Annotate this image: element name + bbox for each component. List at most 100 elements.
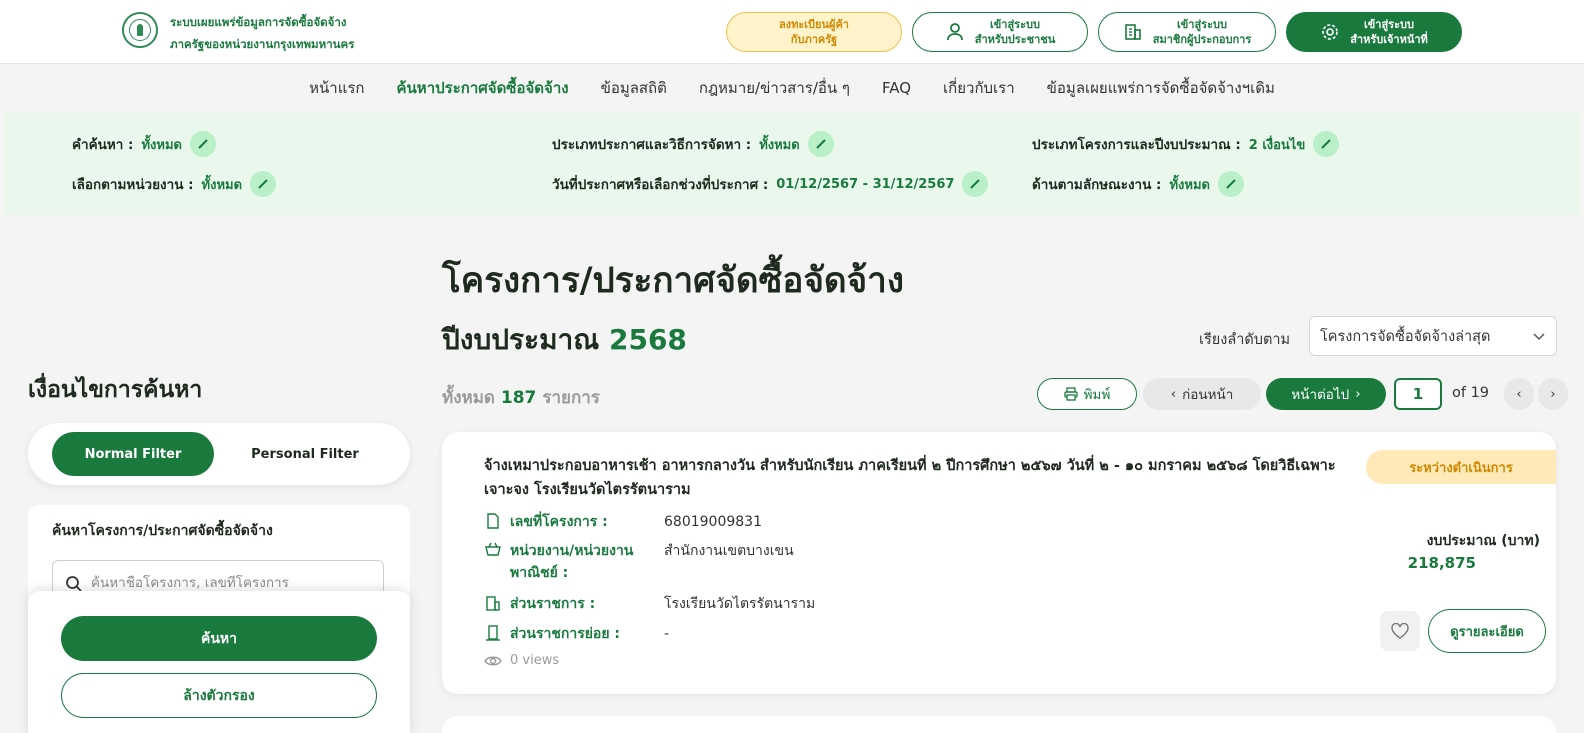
summary-type-value: ทั้งหมด bbox=[759, 137, 800, 153]
nav-statistics[interactable]: ข้อมูลสถิติ bbox=[601, 76, 667, 100]
project-no-value: 68019009831 bbox=[664, 514, 762, 530]
summary-keyword: คำค้นหา : ทั้งหมด bbox=[72, 131, 216, 157]
summary-nature-label: ด้านตามลักษณะงาน : bbox=[1032, 177, 1162, 193]
subdivision-value: - bbox=[664, 626, 670, 642]
summary-project-type: ประเภทโครงการและปีงบประมาณ : 2 เงื่อนไข bbox=[1032, 131, 1340, 157]
summary-date-label: วันที่ประกาศหรือเลือกช่วงที่ประกาศ : bbox=[552, 177, 769, 193]
project-no-label: เลขที่โครงการ : bbox=[484, 511, 608, 533]
clear-filter-button[interactable]: ล้างตัวกรอง bbox=[61, 673, 377, 718]
summary-work-nature: ด้านตามลักษณะงาน : ทั้งหมด bbox=[1032, 171, 1244, 197]
chevron-left-icon: ‹ bbox=[1170, 386, 1177, 402]
previous-page-button[interactable]: ‹ ก่อนหน้า bbox=[1143, 378, 1261, 410]
nav-home[interactable]: หน้าแรก bbox=[309, 76, 364, 100]
view-details-button[interactable]: ดูรายละเอียด bbox=[1428, 609, 1546, 653]
summary-keyword-label: คำค้นหา : bbox=[72, 137, 134, 153]
summary-agency-label: เลือกตามหน่วยงาน : bbox=[72, 177, 194, 193]
project-card[interactable]: จ้างเหมาประกอบอาหารเช้า อาหารกลางวัน สำห… bbox=[442, 432, 1556, 694]
printer-icon bbox=[1063, 387, 1078, 401]
page-number-input[interactable]: 1 bbox=[1394, 378, 1442, 410]
agency-value: สำนักงานเขตบางเขน bbox=[664, 543, 794, 559]
total-prefix: ทั้งหมด bbox=[442, 388, 495, 408]
staff-line-2: สำหรับเจ้าหน้าที่ bbox=[1350, 33, 1428, 46]
agency-label: หน่วยงาน/หน่วยงานพาณิชย์ : bbox=[484, 540, 664, 584]
summary-project-value: 2 เงื่อนไข bbox=[1248, 137, 1306, 153]
view-count-text: 0 views bbox=[510, 653, 560, 668]
brand-title[interactable]: ระบบเผยแพร่ข้อมูลการจัดซื้อจัดจ้าง ภาครั… bbox=[170, 11, 354, 55]
citizen-login-button[interactable]: เข้าสู่ระบบสำหรับประชาชน bbox=[912, 12, 1088, 52]
print-button[interactable]: พิมพ์ bbox=[1037, 378, 1137, 410]
edit-pencil-icon[interactable] bbox=[807, 131, 834, 157]
bangkok-seal-logo[interactable] bbox=[122, 12, 158, 48]
nav-about[interactable]: เกี่ยวกับเรา bbox=[943, 76, 1015, 100]
member-login-button[interactable]: เข้าสู่ระบบสมาชิกผู้ประกอบการ bbox=[1098, 12, 1276, 52]
heart-icon bbox=[1391, 623, 1409, 639]
total-count: ทั้งหมด 187 รายการ bbox=[442, 384, 600, 411]
edit-pencil-icon[interactable] bbox=[189, 131, 216, 157]
chevron-down-icon bbox=[1533, 333, 1545, 341]
summary-nature-value: ทั้งหมด bbox=[1169, 177, 1210, 193]
next-page-label: หน้าต่อไป bbox=[1291, 387, 1350, 403]
budget-value: 218,875 bbox=[1407, 554, 1476, 572]
edit-pencil-icon[interactable] bbox=[1217, 171, 1244, 197]
eye-icon bbox=[484, 656, 502, 665]
edit-pencil-icon[interactable] bbox=[250, 171, 277, 197]
gear-icon bbox=[1322, 24, 1338, 40]
building-icon bbox=[484, 593, 502, 615]
total-suffix: รายการ bbox=[542, 388, 600, 408]
edit-pencil-icon[interactable] bbox=[1313, 131, 1340, 157]
register-line-2: กับภาครัฐ bbox=[790, 33, 838, 46]
favorite-button[interactable] bbox=[1380, 611, 1420, 651]
filter-summary: คำค้นหา : ทั้งหมด ประเภทประกาศและวิธีการ… bbox=[4, 113, 1580, 215]
personal-filter-tab[interactable]: Personal Filter bbox=[224, 432, 386, 476]
division-label-text: ส่วนราชการ : bbox=[510, 596, 596, 612]
document-icon bbox=[484, 511, 502, 533]
status-badge: ระหว่างดำเนินการ bbox=[1366, 450, 1556, 484]
chevron-left-icon: ‹ bbox=[1516, 386, 1522, 402]
main-nav: หน้าแรก ค้นหาประกาศจัดซื้อจัดจ้าง ข้อมูล… bbox=[0, 64, 1584, 112]
nav-legacy-data[interactable]: ข้อมูลเผยแพร่การจัดซื้อจัดจ้างฯเดิม bbox=[1047, 76, 1275, 100]
total-pages: of 19 bbox=[1452, 385, 1490, 401]
search-input[interactable] bbox=[91, 575, 351, 591]
division-value: โรงเรียนวัดไตรรัตนาราม bbox=[664, 596, 816, 612]
search-field-label: ค้นหาโครงการ/ประกาศจัดซื้อจัดจ้าง bbox=[52, 523, 273, 539]
filter-mode-toggle: Normal Filter Personal Filter bbox=[28, 423, 410, 485]
normal-filter-tab[interactable]: Normal Filter bbox=[52, 432, 214, 476]
summary-type: ประเภทประกาศและวิธีการจัดหา : ทั้งหมด bbox=[552, 131, 834, 157]
basket-icon bbox=[484, 540, 502, 584]
sort-selected-value: โครงการจัดซื้อจัดจ้างล่าสุด bbox=[1320, 328, 1491, 345]
search-conditions-title: เงื่อนไขการค้นหา bbox=[28, 377, 203, 403]
search-actions-panel: ค้นหา ล้างตัวกรอง bbox=[28, 591, 410, 733]
register-vendor-button[interactable]: ลงทะเบียนผู้ค้ากับภาครัฐ bbox=[726, 12, 902, 52]
project-card-next[interactable] bbox=[442, 716, 1556, 733]
header: ระบบเผยแพร่ข้อมูลการจัดซื้อจัดจ้าง ภาครั… bbox=[0, 0, 1584, 64]
edit-pencil-icon[interactable] bbox=[962, 171, 989, 197]
register-line-1: ลงทะเบียนผู้ค้า bbox=[779, 18, 849, 31]
brand-line-2: ภาครัฐของหน่วยงานกรุงเทพมหานคร bbox=[170, 37, 355, 51]
total-count-value: 187 bbox=[500, 388, 537, 408]
citizen-line-2: สำหรับประชาชน bbox=[974, 33, 1056, 46]
search-button[interactable]: ค้นหา bbox=[61, 616, 377, 661]
member-line-1: เข้าสู่ระบบ bbox=[1177, 18, 1227, 31]
nav-search-procurement[interactable]: ค้นหาประกาศจัดซื้อจัดจ้าง bbox=[397, 76, 569, 100]
member-line-2: สมาชิกผู้ประกอบการ bbox=[1152, 33, 1252, 46]
user-icon bbox=[946, 23, 963, 41]
staff-login-button[interactable]: เข้าสู่ระบบ สำหรับเจ้าหน้าที่ bbox=[1286, 12, 1462, 52]
building-icon bbox=[1124, 24, 1141, 40]
fiscal-year-heading: ปีงบประมาณ 2568 bbox=[442, 318, 687, 362]
summary-date-value: 01/12/2567 - 31/12/2567 bbox=[776, 176, 955, 192]
brand-line-1: ระบบเผยแพร่ข้อมูลการจัดซื้อจัดจ้าง bbox=[170, 15, 347, 29]
nav-faq[interactable]: FAQ bbox=[882, 79, 911, 97]
next-arrow-button[interactable]: › bbox=[1538, 378, 1568, 410]
chevron-right-icon: › bbox=[1550, 386, 1556, 402]
next-page-button[interactable]: หน้าต่อไป › bbox=[1266, 378, 1386, 410]
sort-select[interactable]: โครงการจัดซื้อจัดจ้างล่าสุด bbox=[1309, 316, 1557, 356]
view-count: 0 views bbox=[484, 653, 559, 668]
nav-law-news[interactable]: กฎหมาย/ข่าวสาร/อื่น ๆ bbox=[699, 76, 850, 100]
citizen-line-1: เข้าสู่ระบบ bbox=[990, 18, 1040, 31]
prev-arrow-button[interactable]: ‹ bbox=[1504, 378, 1534, 410]
office-icon bbox=[484, 623, 502, 645]
fiscal-year-value: 2568 bbox=[608, 323, 687, 356]
subdivision-label-text: ส่วนราชการย่อย : bbox=[510, 626, 621, 642]
summary-date: วันที่ประกาศหรือเลือกช่วงที่ประกาศ : 01/… bbox=[552, 171, 989, 197]
project-title[interactable]: จ้างเหมาประกอบอาหารเช้า อาหารกลางวัน สำห… bbox=[484, 454, 1364, 502]
